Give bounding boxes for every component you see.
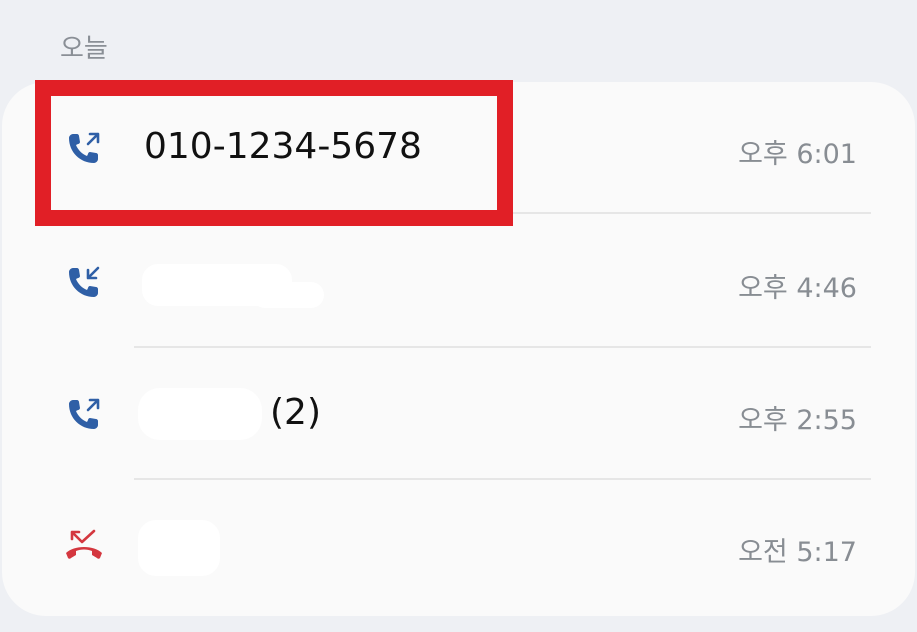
redacted-name xyxy=(252,282,324,308)
section-title-today: 오늘 xyxy=(60,34,108,64)
call-count: (2) xyxy=(270,392,321,433)
outgoing-call-icon xyxy=(69,398,100,429)
call-log-item[interactable]: (2) 오후 2:55 xyxy=(2,348,915,480)
call-time: 오전 5:17 xyxy=(738,537,857,568)
call-time: 오후 2:55 xyxy=(738,405,857,436)
redacted-name xyxy=(138,388,262,440)
redacted-name xyxy=(138,520,220,576)
call-log-item[interactable]: 오전 5:17 xyxy=(2,480,915,612)
call-log-item[interactable]: 오후 4:46 xyxy=(2,216,915,348)
highlight-box xyxy=(35,80,513,226)
call-time: 오후 6:01 xyxy=(738,139,857,170)
call-time: 오후 4:46 xyxy=(738,273,857,304)
incoming-call-icon xyxy=(69,266,100,297)
missed-call-icon xyxy=(66,529,102,559)
